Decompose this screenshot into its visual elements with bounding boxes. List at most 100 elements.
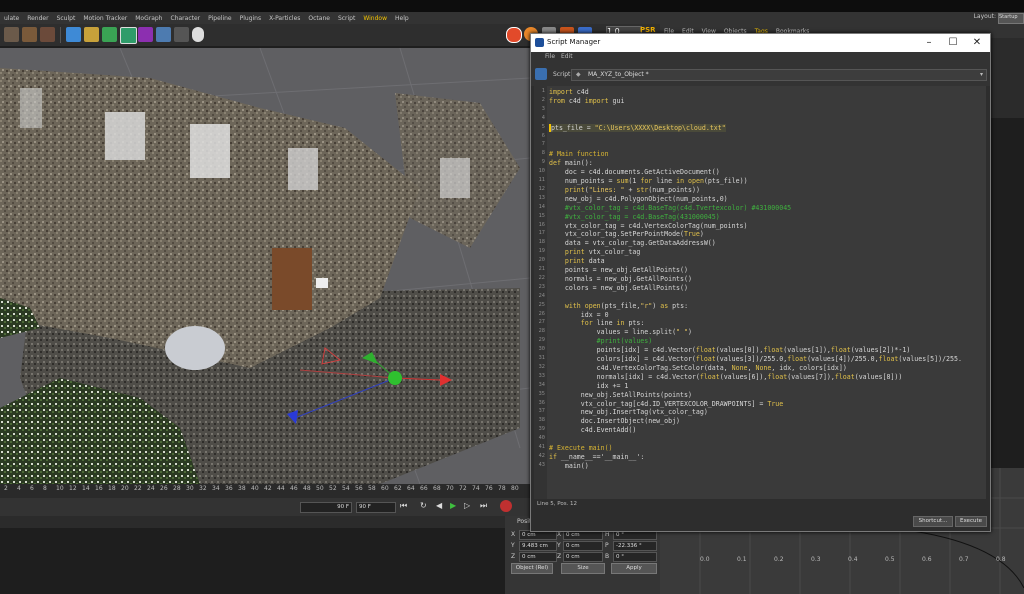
minimize-icon[interactable]: – (919, 36, 939, 50)
code-line[interactable]: new_obj = c4d.PolygonObject(num_points,0… (549, 195, 728, 203)
position-z-field[interactable]: 0 cm (519, 552, 557, 562)
code-line[interactable]: c4d.EventAdd() (549, 426, 637, 434)
code-line[interactable]: def main(): (549, 159, 593, 167)
code-line[interactable]: new_obj.SetAllPoints(points) (549, 391, 692, 399)
menu-x-particles[interactable]: X-Particles (265, 15, 304, 22)
code-line[interactable]: c4d.VertexColorTag.SetColor(data, None, … (549, 364, 847, 372)
code-editor[interactable]: 1 2 3 4 5 6 7 8 9 10 11 12 13 14 15 16 17 18 19 20 21 22 23 24 2… (534, 86, 986, 499)
record-icon[interactable] (500, 500, 512, 512)
code-line[interactable]: normals[idx] = c4d.Vector(float(values[6… (549, 373, 903, 381)
code-line[interactable]: colors[idx] = c4d.Vector(float(values[3]… (549, 355, 962, 363)
menu-character[interactable]: Character (167, 15, 205, 22)
go-to-start-icon[interactable]: ⏮ (400, 501, 410, 511)
maximize-icon[interactable]: ☐ (943, 36, 963, 50)
code-line[interactable]: doc = c4d.documents.GetActiveDocument() (549, 168, 720, 176)
timeline-tick: 6 (30, 485, 34, 492)
menu-simulate[interactable]: ulate (0, 15, 23, 22)
size-z-field[interactable]: 0 cm (563, 552, 603, 562)
status-bar: Line 5, Pos. 12 (531, 500, 990, 510)
rotation-p-field[interactable]: -22.336 ° (613, 541, 657, 551)
sm-menu-edit[interactable]: Edit (561, 53, 573, 60)
end-frame-field[interactable]: 90 F (356, 502, 396, 513)
code-line[interactable]: num_points = sum(1 for line in open(pts_… (549, 177, 748, 185)
code-line[interactable]: for line in pts: (549, 319, 645, 327)
code-line[interactable]: data = vtx_color_tag.GetDataAddressW() (549, 239, 716, 247)
shortcut-button[interactable]: Shortcut... (913, 516, 953, 527)
menu-window[interactable]: Window (359, 15, 391, 22)
light-icon[interactable] (192, 27, 204, 42)
code-line[interactable]: doc.InsertObject(new_obj) (549, 417, 680, 425)
pen-icon[interactable] (84, 27, 99, 42)
floor-icon[interactable] (156, 27, 171, 42)
timeline-tick: 60 (381, 485, 389, 492)
menu-octane[interactable]: Octane (304, 15, 334, 22)
line-number: 42 (538, 452, 545, 459)
menu-motion-tracker[interactable]: Motion Tracker (79, 15, 131, 22)
menu-sculpt[interactable]: Sculpt (53, 15, 80, 22)
rotation-b-field[interactable]: 0 ° (613, 552, 657, 562)
code-line[interactable]: vtx_color_tag[c4d.ID_VERTEXCOLOR_DRAWPOI… (549, 400, 783, 408)
size-y-field[interactable]: 0 cm (563, 541, 603, 551)
code-line[interactable]: from c4d import gui (549, 97, 624, 105)
code-line[interactable]: #print(values) (549, 337, 653, 345)
code-line[interactable]: points = new_obj.GetAllPoints() (549, 266, 688, 274)
code-line[interactable]: # Main function (549, 150, 609, 158)
code-line[interactable]: values = line.split(" ") (549, 328, 692, 336)
step-forward-icon[interactable]: ▷ (464, 501, 474, 511)
code-line[interactable]: if __name__=='__main__': (549, 453, 644, 461)
camera-icon[interactable] (174, 27, 189, 42)
code-line[interactable]: idx = 0 (549, 311, 609, 319)
code-line[interactable]: new_obj.InsertTag(vtx_color_tag) (549, 408, 708, 416)
menu-pipeline[interactable]: Pipeline (204, 15, 235, 22)
code-line[interactable]: # Execute main() (549, 444, 613, 452)
script-name: MA_XYZ_to_Object * (588, 71, 649, 78)
code-line[interactable]: pts_file = "C:\Users\XXXX\Desktop\cloud.… (549, 123, 726, 132)
code-line[interactable]: print data (549, 257, 605, 265)
menu-help[interactable]: Help (391, 15, 413, 22)
edit-render-settings-icon[interactable] (40, 27, 55, 42)
loop-icon[interactable]: ↻ (420, 501, 430, 511)
code-line[interactable]: points[idx] = c4d.Vector(float(values[0]… (549, 346, 911, 354)
code-line[interactable]: print vtx_color_tag (549, 248, 640, 256)
execute-button[interactable]: Execute (955, 516, 987, 527)
code-line[interactable]: normals = new_obj.GetAllPoints() (549, 275, 692, 283)
code-line[interactable]: vtx_color_tag = c4d.VertexColorTag(num_p… (549, 222, 748, 230)
position-y-field[interactable]: 9.483 cm (519, 541, 557, 551)
code-line[interactable]: main() (549, 462, 589, 470)
array-icon[interactable] (120, 27, 137, 44)
menu-render[interactable]: Render (23, 15, 52, 22)
go-to-end-icon[interactable]: ⏭ (480, 501, 490, 511)
snap-icon[interactable] (506, 27, 522, 43)
script-dropdown[interactable]: ◆ MA_XYZ_to_Object * ▾ (571, 69, 987, 81)
menu-script[interactable]: Script (334, 15, 359, 22)
code-line[interactable]: with open(pts_file,"r") as pts: (549, 302, 688, 310)
render-view-icon[interactable] (4, 27, 19, 42)
timeline-ruler[interactable]: 2 4 6 8 10 12 14 16 18 20 22 24 26 28 30… (0, 484, 530, 498)
step-back-icon[interactable]: ◀ (436, 501, 446, 511)
close-icon[interactable]: ✕ (967, 36, 987, 50)
graph-tick: 0.3 (811, 556, 821, 563)
menu-mograph[interactable]: MoGraph (131, 15, 166, 22)
apply-button[interactable]: Apply (611, 563, 657, 574)
code-line[interactable]: import c4d (549, 88, 589, 96)
current-frame-field[interactable]: 90 F (300, 502, 352, 513)
script-manager-titlebar[interactable]: Script Manager – ☐ ✕ (531, 34, 990, 52)
code-line[interactable]: #vtx_color_tag = c4d.BaseTag(431000045) (549, 213, 720, 221)
3d-viewport[interactable] (0, 48, 530, 484)
code-line[interactable]: idx += 1 (549, 382, 629, 390)
code-line[interactable]: vtx_color_tag.SetPerPointMode(True) (549, 230, 704, 238)
coordinate-mode-dropdown[interactable]: Object (Rel) (511, 563, 553, 574)
layout-dropdown[interactable]: Startup (998, 13, 1024, 24)
subdivision-icon[interactable] (102, 27, 117, 42)
play-icon[interactable]: ▶ (450, 501, 460, 511)
deformer-icon[interactable] (138, 27, 153, 42)
render-picture-viewer-icon[interactable] (22, 27, 37, 42)
code-line[interactable]: colors = new_obj.GetAllPoints() (549, 284, 688, 292)
sm-menu-file[interactable]: File (545, 53, 555, 60)
menu-plugins[interactable]: Plugins (236, 15, 266, 22)
code-line[interactable]: #vtx_color_tag = c4d.BaseTag(c4d.Tvertex… (549, 204, 791, 212)
code-line[interactable]: print("Lines: " + str(num_points)) (549, 186, 700, 194)
size-mode-dropdown[interactable]: Size (561, 563, 605, 574)
python-file-icon: ◆ (576, 71, 581, 78)
cube-icon[interactable] (66, 27, 81, 42)
